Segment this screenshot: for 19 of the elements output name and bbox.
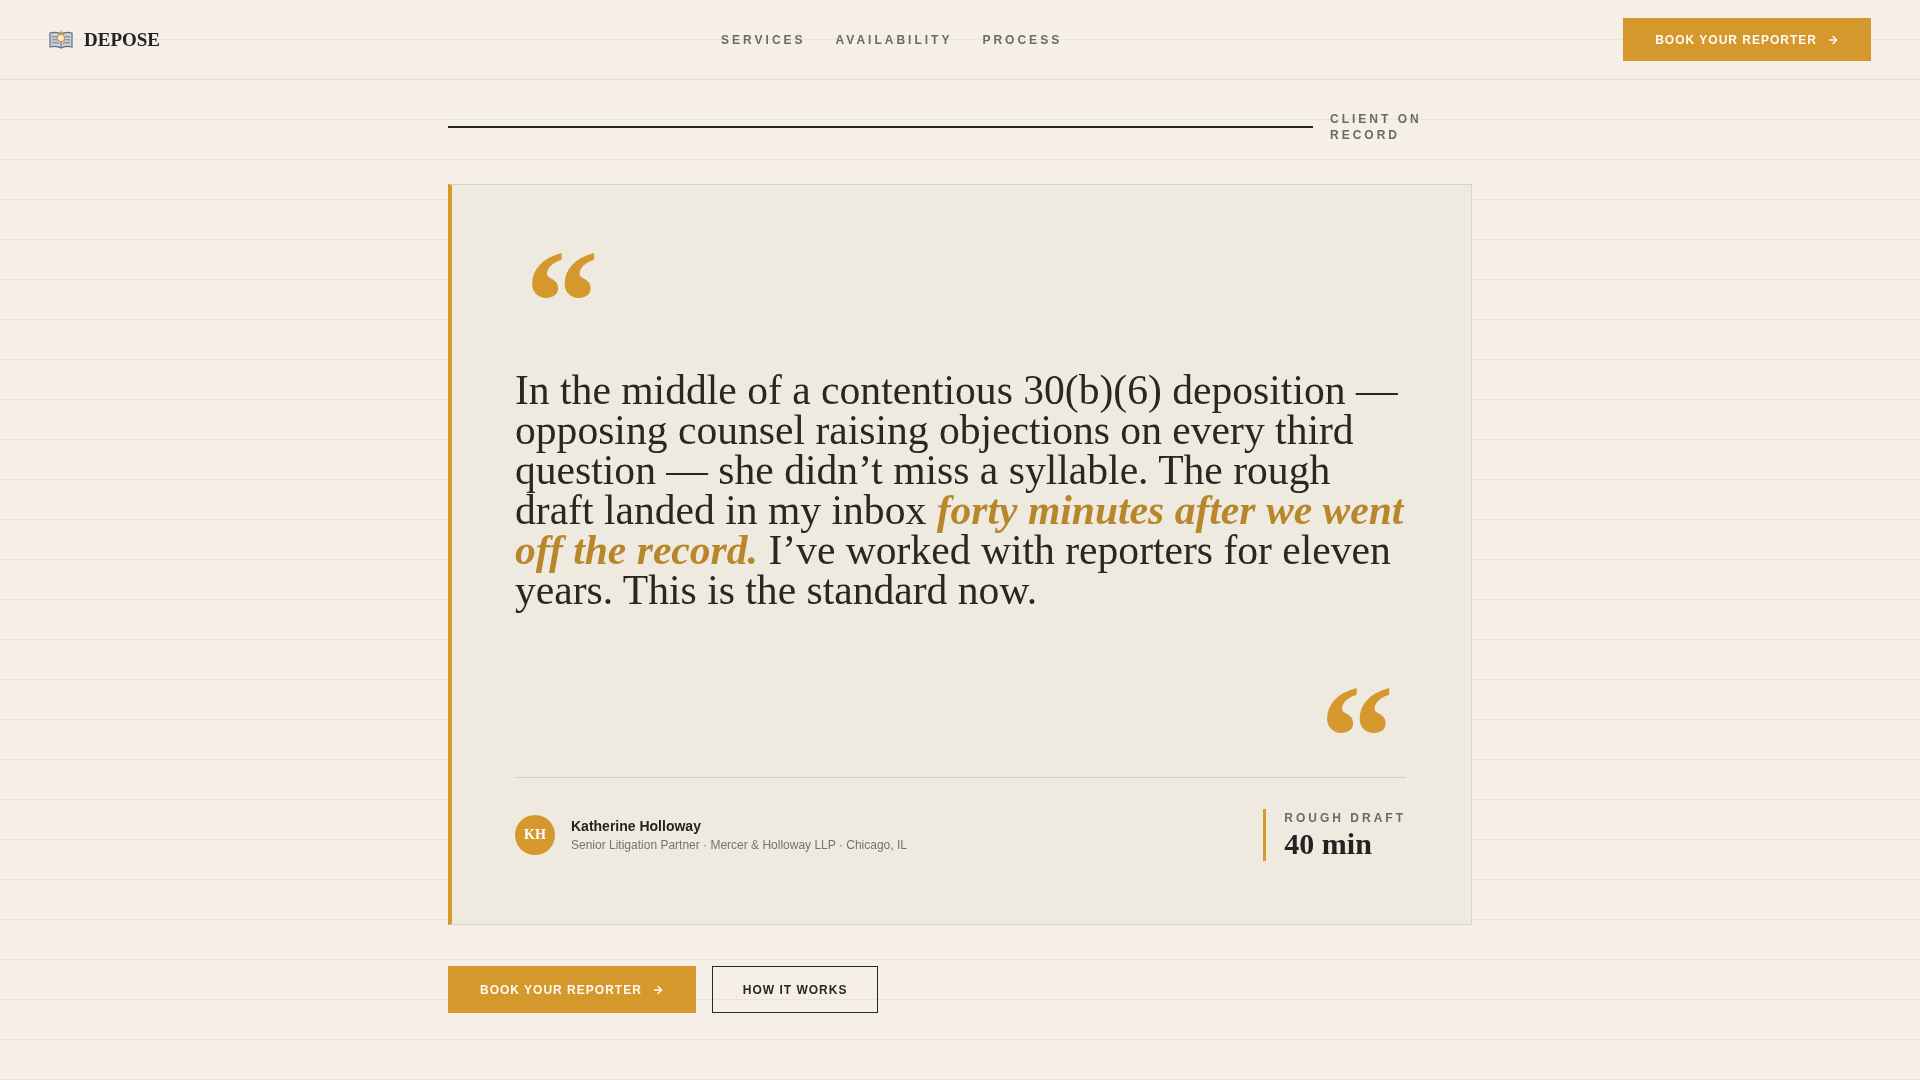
- nav-link[interactable]: AVAILABILITY: [835, 31, 953, 48]
- nav-link[interactable]: SERVICES: [721, 31, 806, 48]
- book-reporter-button[interactable]: BOOK YOUR REPORTER: [448, 966, 696, 1013]
- stat-value: 40 min: [1284, 828, 1373, 860]
- nav-link[interactable]: PROCESS: [982, 31, 1063, 48]
- open-book-icon: [49, 29, 73, 50]
- section-label: CLIENT ON RECORD: [1330, 111, 1423, 143]
- logo[interactable]: DEPOSE: [49, 28, 161, 51]
- author-title: Senior Litigation Partner · Mercer & Holloway LLP · Chicago, IL: [571, 837, 907, 853]
- stat-label: ROUGH DRAFT: [1284, 810, 1406, 826]
- logo-text: DEPOSE: [84, 28, 161, 51]
- quote-mark: “: [1320, 685, 1394, 735]
- how-it-works-button[interactable]: HOW IT WORKS: [711, 966, 879, 1013]
- arrow-right-icon: [651, 983, 664, 996]
- author-name: Katherine Holloway: [571, 817, 702, 835]
- avatar: KH: [515, 815, 555, 855]
- quote-mark: “: [525, 250, 599, 300]
- arrow-right-icon: [1827, 33, 1839, 46]
- book-reporter-button[interactable]: BOOK YOUR REPORTER: [1623, 18, 1871, 61]
